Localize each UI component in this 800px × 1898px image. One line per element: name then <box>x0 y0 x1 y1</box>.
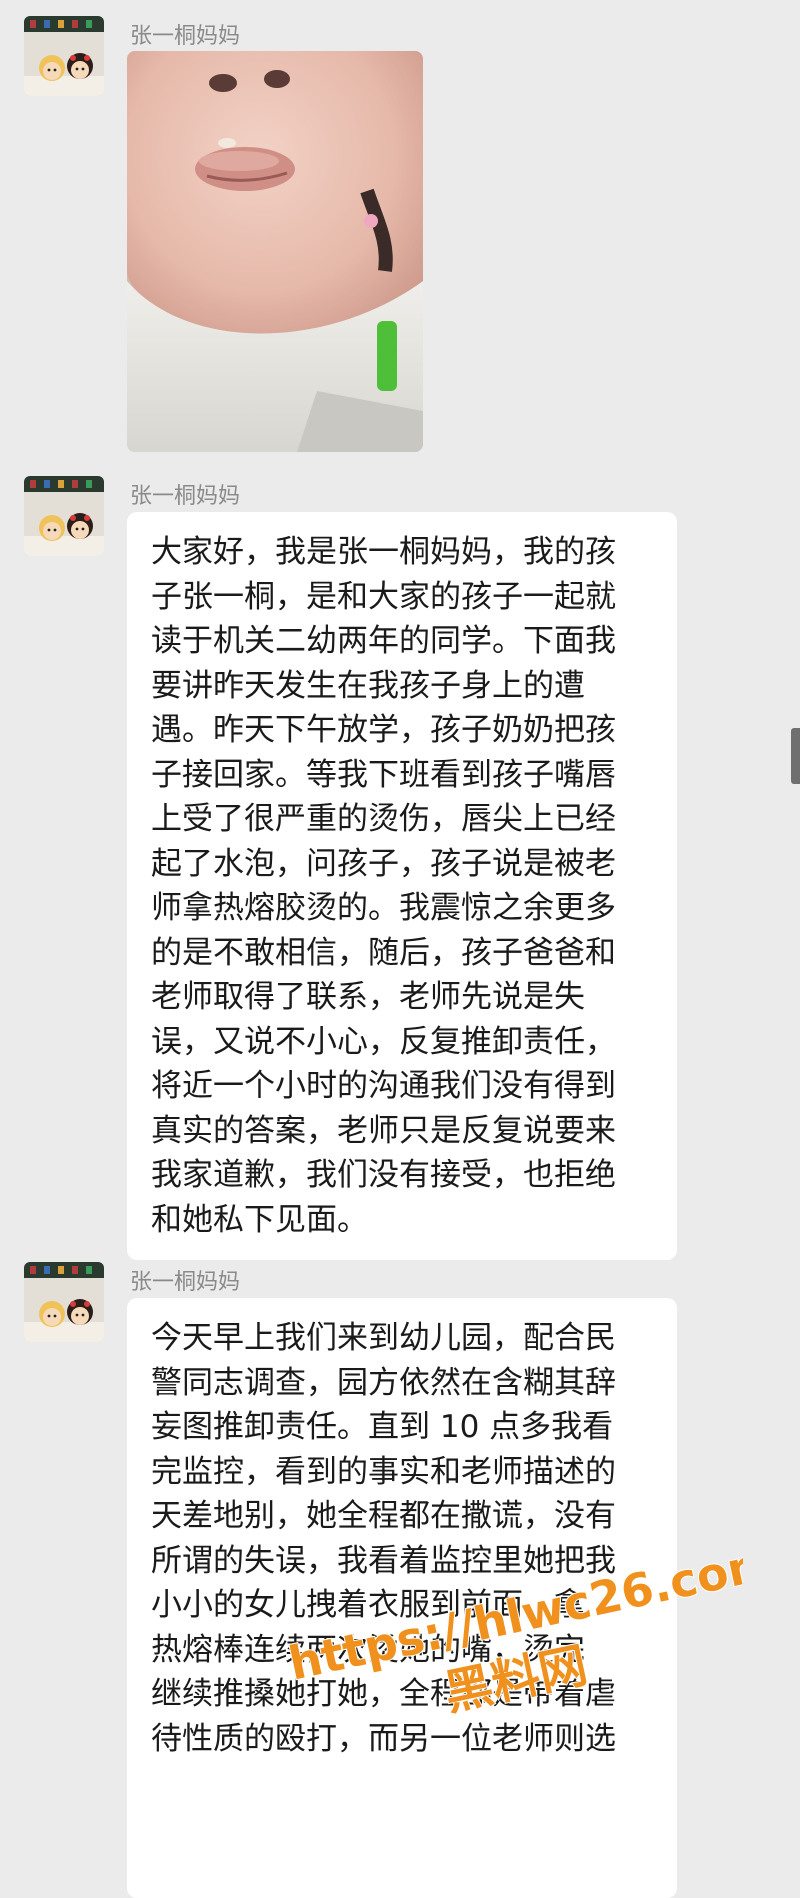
message-text-line: 起了水泡，问孩子，孩子说是被老 <box>151 845 616 882</box>
message-bubble[interactable]: 今天早上我们来到幼儿园，配合民 警同志调查，园方依然在含糊其辞 妄图推卸责任。直… <box>127 1298 677 1898</box>
message-text-line: 和她私下见面。 <box>151 1201 368 1238</box>
message-text-line: 继续推搡她打她，全程都是带着虐 <box>151 1676 616 1712</box>
sender-name: 张一桐妈妈 <box>130 1270 241 1295</box>
chat-message: 张一桐妈妈 <box>0 0 800 460</box>
child-face-photo <box>127 51 423 452</box>
message-text-line: 今天早上我们来到幼儿园，配合民 <box>151 1320 616 1356</box>
message-text-line: 真实的答案，老师只是反复说要来 <box>151 1112 616 1149</box>
message-text-line: 我家道歉，我们没有接受，也拒绝 <box>151 1157 616 1193</box>
message-text-line: 师拿热熔胶烫的。我震惊之余更多 <box>151 890 616 926</box>
message-text-line: 的是不敢相信，随后，孩子爸爸和 <box>151 934 616 971</box>
message-text-line: 待性质的殴打，而另一位老师则选 <box>151 1720 616 1757</box>
message-text-line: 妄图推卸责任。直到 10 点多我看 <box>151 1409 614 1445</box>
avatar-image <box>24 1262 104 1342</box>
sender-name: 张一桐妈妈 <box>130 24 241 49</box>
message-text-line: 小小的女儿拽着衣服到前面，拿 <box>151 1587 585 1623</box>
avatar-image <box>24 476 104 556</box>
message-text-line: 完监控，看到的事实和老师描述的 <box>151 1453 616 1490</box>
sender-avatar[interactable] <box>24 16 104 96</box>
sender-name: 张一桐妈妈 <box>130 484 241 509</box>
message-text-line: 将近一个小时的沟通我们没有得到 <box>151 1068 616 1104</box>
avatar-image <box>24 16 104 96</box>
message-text-line: 所谓的失误，我看着监控里她把我 <box>151 1542 616 1579</box>
message-bubble[interactable]: 大家好，我是张一桐妈妈，我的孩 子张一桐，是和大家的孩子一起就 读于机关二幼两年… <box>127 512 677 1260</box>
photo-message[interactable] <box>127 51 423 452</box>
sender-avatar[interactable] <box>24 1262 104 1342</box>
message-text-line: 子接回家。等我下班看到孩子嘴唇 <box>151 756 616 793</box>
message-text-line: 热熔棒连续两次烫她的嘴，烫完 <box>151 1631 585 1668</box>
message-text-line: 天差地别，她全程都在撒谎，没有 <box>151 1498 616 1534</box>
message-text-line: 子张一桐，是和大家的孩子一起就 <box>151 578 616 615</box>
message-text-line: 警同志调查，园方依然在含糊其辞 <box>151 1364 616 1401</box>
message-text-line: 要讲昨天发生在我孩子身上的遭 <box>151 667 585 704</box>
message-text-line: 大家好，我是张一桐妈妈，我的孩 <box>151 534 616 570</box>
scrollbar-thumb[interactable] <box>791 728 800 784</box>
message-text-line: 误，又说不小心，反复推卸责任， <box>151 1023 616 1060</box>
message-text-line: 读于机关二幼两年的同学。下面我 <box>151 623 616 659</box>
message-text-line: 上受了很严重的烫伤，唇尖上已经 <box>151 801 616 837</box>
message-text-line: 遇。昨天下午放学，孩子奶奶把孩 <box>151 712 616 748</box>
message-text-line: 老师取得了联系，老师先说是失 <box>151 979 585 1015</box>
sender-avatar[interactable] <box>24 476 104 556</box>
